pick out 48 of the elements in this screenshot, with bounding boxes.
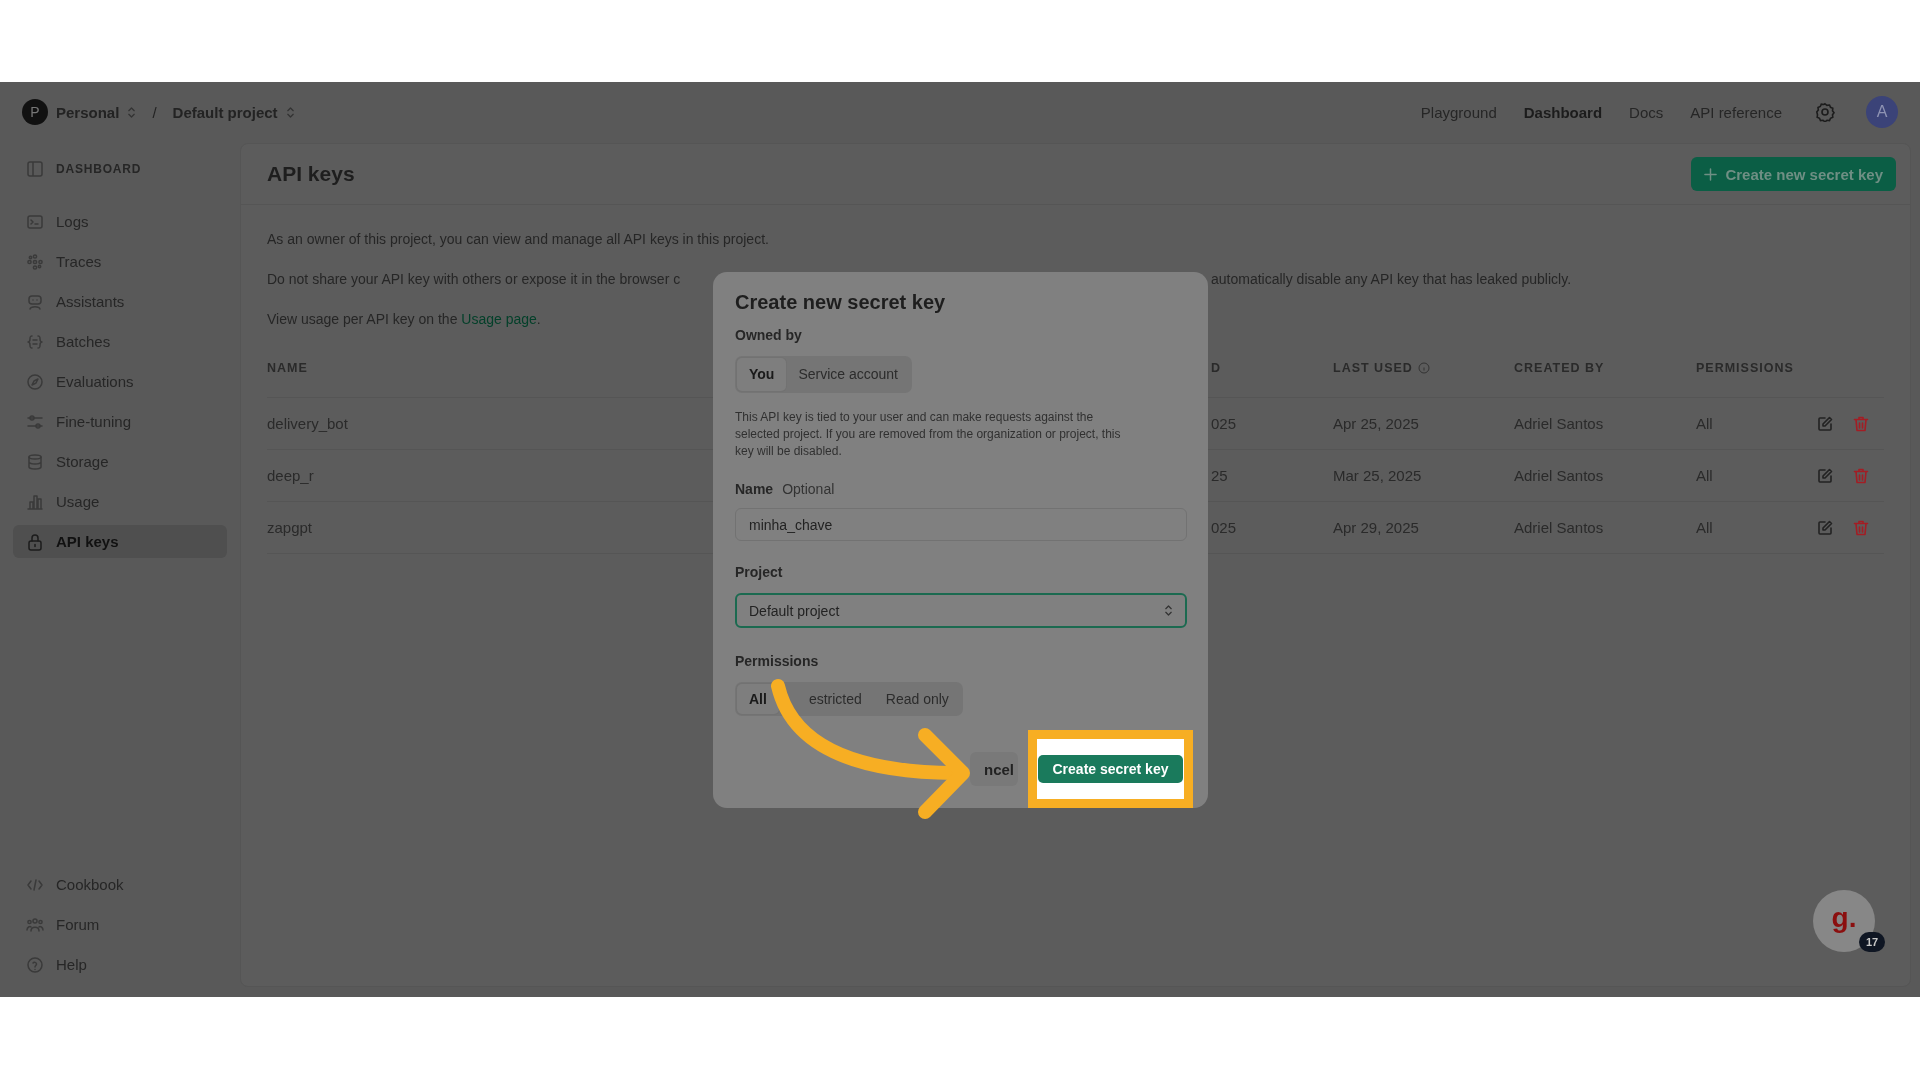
field-label: Owned by (735, 326, 802, 344)
info-icon[interactable] (1417, 362, 1430, 374)
usage-page-link[interactable]: Usage page (461, 311, 537, 327)
plus-icon (1704, 167, 1718, 181)
field-label: Name (735, 479, 774, 498)
compass-icon (26, 372, 44, 391)
breadcrumb-separator: / (152, 103, 157, 121)
people-icon (26, 915, 44, 934)
edit-icon[interactable] (1816, 414, 1834, 433)
help-icon (26, 955, 44, 974)
chevron-updown-icon (1164, 604, 1173, 618)
robot-icon (26, 292, 44, 311)
org-avatar[interactable]: P (22, 99, 48, 125)
chart-icon (26, 492, 44, 511)
trash-icon[interactable] (1852, 518, 1870, 537)
terminal-icon (26, 212, 44, 231)
chevron-updown-icon (127, 105, 137, 119)
create-secret-key-button[interactable]: Create secret key (1038, 755, 1183, 783)
field-label: Project (735, 563, 783, 582)
dialog-title: Create new secret key (735, 290, 946, 314)
sidebar-item[interactable]: API keys (13, 525, 227, 558)
sidebar-panel-icon[interactable] (26, 160, 44, 178)
name-field[interactable]: minha_chave (735, 507, 1187, 542)
trash-icon[interactable] (1852, 466, 1870, 485)
database-icon (26, 452, 44, 471)
dialog-description: This API key is tied to your user and can make requests against the selected project. If you are removed from the organization or project, this key will be disabled. (735, 408, 1122, 460)
page-title: API keys (267, 162, 355, 186)
edit-icon[interactable] (1816, 518, 1834, 537)
settings-icon[interactable] (1815, 102, 1835, 122)
segment-option[interactable]: Read only (873, 684, 961, 714)
project-select[interactable]: Default project (735, 593, 1187, 629)
nav-link[interactable]: Dashboard (1523, 103, 1603, 121)
braces-icon (26, 332, 44, 351)
create-key-button[interactable]: Create new secret key (1691, 157, 1896, 191)
chevron-updown-icon (285, 105, 295, 119)
dots-icon (26, 252, 44, 271)
segment-option[interactable]: estricted (800, 684, 874, 714)
segment-option[interactable]: Service account (786, 358, 910, 391)
segment-option[interactable]: All (737, 684, 779, 714)
edit-icon[interactable] (1816, 466, 1834, 485)
lock-icon (26, 532, 44, 551)
optional-hint: Optional (782, 479, 835, 498)
sliders-icon (26, 412, 44, 431)
trash-icon[interactable] (1852, 414, 1870, 433)
cancel-button[interactable]: ncel (970, 752, 1018, 786)
field-label: Permissions (735, 652, 819, 671)
segment-option[interactable]: You (737, 358, 787, 391)
user-avatar[interactable]: A (1866, 96, 1898, 128)
